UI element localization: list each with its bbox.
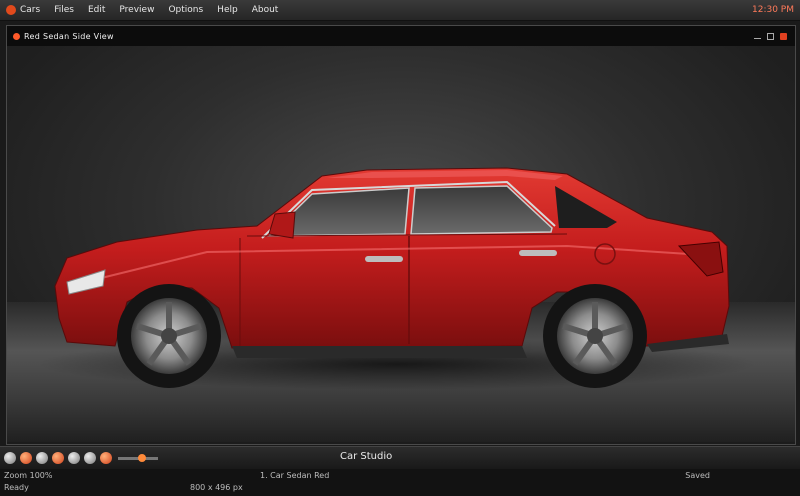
zoom-slider[interactable]	[118, 453, 158, 462]
window-controls	[754, 32, 787, 40]
app-logo-icon	[6, 5, 16, 15]
slider-knob[interactable]	[138, 453, 146, 462]
settings-icon[interactable]	[100, 452, 112, 464]
record-icon[interactable]	[20, 452, 32, 464]
menu-bar: Cars Files Edit Preview Options Help Abo…	[0, 0, 800, 21]
menu-edit[interactable]: Edit	[88, 5, 105, 15]
toolbar-title: Car Studio	[340, 451, 393, 462]
image-viewer-window: Red Sedan Side View	[6, 25, 796, 445]
image-canvas[interactable]	[7, 46, 795, 442]
maximize-button[interactable]	[767, 32, 774, 40]
menu-app[interactable]: Cars	[20, 5, 40, 15]
play-icon[interactable]	[52, 452, 64, 464]
minimize-button[interactable]	[754, 34, 761, 39]
menu-dot-icon[interactable]	[4, 452, 16, 464]
rear-wheel	[543, 284, 647, 388]
stop-icon[interactable]	[68, 452, 80, 464]
status-zoom: Zoom 100%	[4, 471, 53, 480]
front-wheel	[117, 284, 221, 388]
status-ready: Ready	[4, 483, 29, 492]
playback-toolbar: Car Studio	[0, 446, 800, 469]
status-filename: 1. Car Sedan Red	[260, 471, 330, 480]
menu-options[interactable]: Options	[168, 5, 203, 15]
status-bar: Zoom 100% Ready 1. Car Sedan Red 800 x 4…	[0, 469, 800, 496]
viewer-title: Red Sedan Side View	[24, 31, 114, 41]
viewer-title-bar: Red Sedan Side View	[7, 26, 795, 47]
status-saved: Saved	[685, 471, 710, 480]
red-sedan-image	[37, 167, 757, 390]
status-dimensions: 800 x 496 px	[190, 483, 243, 492]
image-icon	[13, 32, 20, 40]
forward-icon[interactable]	[84, 452, 96, 464]
rewind-icon[interactable]	[36, 452, 48, 464]
close-button[interactable]	[780, 32, 787, 40]
clock: 12:30 PM	[752, 5, 794, 15]
menu-preview[interactable]: Preview	[119, 5, 154, 15]
menu-files[interactable]: Files	[54, 5, 74, 15]
menu-about[interactable]: About	[252, 5, 279, 15]
menu-help[interactable]: Help	[217, 5, 238, 15]
